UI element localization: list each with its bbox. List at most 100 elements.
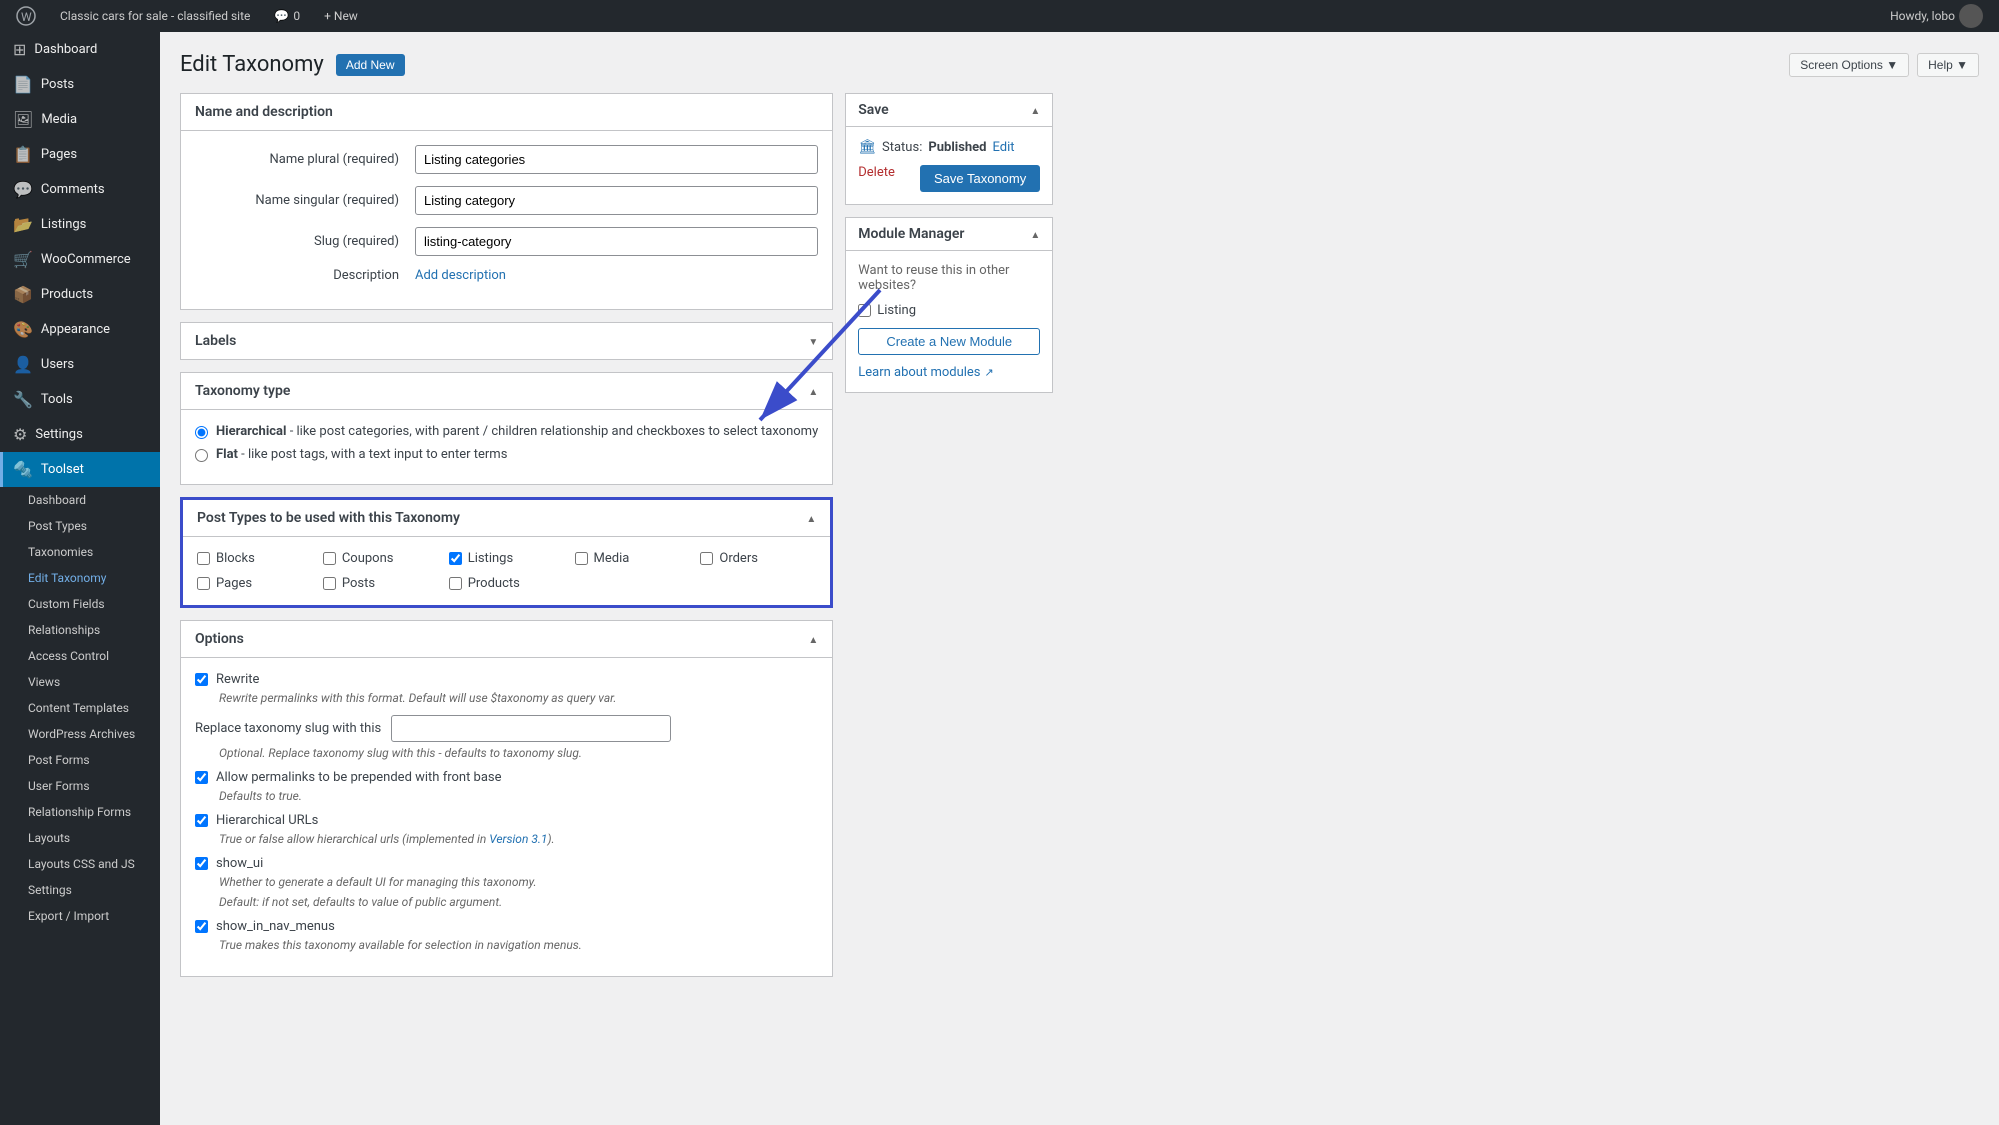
create-module-button[interactable]: Create a New Module: [858, 328, 1040, 355]
name-plural-label: Name plural (required): [195, 152, 415, 167]
submenu-item-relationships[interactable]: Relationships: [0, 617, 160, 643]
submenu-item-wp-settings[interactable]: Settings: [0, 877, 160, 903]
submenu-item-export-import[interactable]: Export / Import: [0, 903, 160, 929]
labels-section-header[interactable]: Labels: [180, 322, 833, 360]
name-plural-input[interactable]: [415, 145, 818, 174]
sidebar-item-comments[interactable]: 💬 Comments: [0, 172, 160, 207]
sidebar-item-woocommerce[interactable]: 🛒 WooCommerce: [0, 242, 160, 277]
slug-input[interactable]: [415, 227, 818, 256]
rewrite-option: Rewrite Rewrite permalinks with this for…: [195, 672, 818, 705]
save-taxonomy-button[interactable]: Save Taxonomy: [920, 165, 1040, 192]
sidebar-item-posts[interactable]: 📄 Posts: [0, 67, 160, 102]
submenu-item-access-control[interactable]: Access Control: [0, 643, 160, 669]
submenu-item-wordpress-archives[interactable]: WordPress Archives: [0, 721, 160, 747]
pages-icon: 📋: [13, 145, 33, 164]
sidebar-item-label: Users: [41, 357, 74, 372]
top-actions: Screen Options ▼ Help ▼: [1789, 53, 1979, 77]
post-type-blocks: Blocks: [197, 551, 313, 566]
site-name[interactable]: Classic cars for sale - classified site: [54, 0, 256, 32]
hierarchical-urls-checkbox[interactable]: [195, 814, 208, 827]
products-icon: 📦: [13, 285, 33, 304]
add-new-button[interactable]: Add New: [336, 54, 405, 76]
pt-pages-label: Pages: [216, 576, 252, 591]
labels-title: Labels: [195, 333, 236, 349]
main-content: Edit Taxonomy Add New Screen Options ▼ H…: [160, 32, 1999, 1125]
submenu-item-layouts-css-js[interactable]: Layouts CSS and JS: [0, 851, 160, 877]
sidebar-item-label: Pages: [41, 147, 77, 162]
sidebar-item-appearance[interactable]: 🎨 Appearance: [0, 312, 160, 347]
wp-logo[interactable]: W: [10, 0, 42, 32]
name-singular-input[interactable]: [415, 186, 818, 215]
options-header: Options: [181, 621, 832, 658]
delete-link[interactable]: Delete: [858, 165, 895, 180]
submenu-item-post-forms[interactable]: Post Forms: [0, 747, 160, 773]
submenu-item-views[interactable]: Views: [0, 669, 160, 695]
submenu-item-content-templates[interactable]: Content Templates: [0, 695, 160, 721]
sidebar-item-products[interactable]: 📦 Products: [0, 277, 160, 312]
pt-orders-label: Orders: [719, 551, 758, 566]
pt-blocks-checkbox[interactable]: [197, 552, 210, 565]
show-in-nav-menus-checkbox[interactable]: [195, 920, 208, 933]
pt-listings-checkbox[interactable]: [449, 552, 462, 565]
replace-slug-desc: Optional. Replace taxonomy slug with thi…: [219, 746, 818, 760]
pt-posts-checkbox[interactable]: [323, 577, 336, 590]
flat-option: Flat - like post tags, with a text input…: [195, 447, 818, 462]
help-button[interactable]: Help ▼: [1917, 53, 1979, 77]
submenu-item-taxonomies[interactable]: Taxonomies: [0, 539, 160, 565]
status-value: Published: [928, 140, 986, 155]
rewrite-desc: Rewrite permalinks with this format. Def…: [219, 691, 818, 705]
post-type-coupons: Coupons: [323, 551, 439, 566]
sidebar-item-toolset[interactable]: 🔩 Toolset: [0, 452, 160, 487]
options-collapse-icon: [808, 631, 818, 647]
pt-coupons-checkbox[interactable]: [323, 552, 336, 565]
status-edit-link[interactable]: Edit: [993, 140, 1015, 155]
sidebar-item-media[interactable]: 🖼 Media: [0, 102, 160, 137]
submenu-item-relationship-forms[interactable]: Relationship Forms: [0, 799, 160, 825]
submenu-item-custom-fields[interactable]: Custom Fields: [0, 591, 160, 617]
show-ui-option: show_ui Whether to generate a default UI…: [195, 856, 818, 909]
replace-slug-input[interactable]: [391, 715, 671, 742]
sidebar-item-listings[interactable]: 📂 Listings: [0, 207, 160, 242]
post-types-body: Blocks Coupons Listings: [183, 537, 830, 605]
new-content[interactable]: + New: [318, 0, 364, 32]
allow-permalinks-checkbox[interactable]: [195, 771, 208, 784]
sidebar-item-settings[interactable]: ⚙ Settings: [0, 417, 160, 452]
rewrite-checkbox[interactable]: [195, 673, 208, 686]
howdy-user[interactable]: Howdy, lobo: [1884, 4, 1989, 28]
show-in-nav-menus-desc: True makes this taxonomy available for s…: [219, 938, 818, 952]
pt-products-label: Products: [468, 576, 520, 591]
submenu-item-dashboard[interactable]: Dashboard: [0, 487, 160, 513]
submenu-item-layouts[interactable]: Layouts: [0, 825, 160, 851]
pt-orders-checkbox[interactable]: [700, 552, 713, 565]
version-link[interactable]: Version 3.1: [489, 832, 547, 846]
publish-icon: 🏛: [858, 139, 876, 155]
sidebar-item-label: Toolset: [41, 462, 84, 477]
show-ui-label: show_ui: [216, 856, 263, 871]
pt-pages-checkbox[interactable]: [197, 577, 210, 590]
module-listing-checkbox[interactable]: [858, 304, 871, 317]
allow-permalinks-label: Allow permalinks to be prepended with fr…: [216, 770, 502, 785]
add-description-link[interactable]: Add description: [415, 268, 506, 283]
sidebar-item-pages[interactable]: 📋 Pages: [0, 137, 160, 172]
pt-media-checkbox[interactable]: [575, 552, 588, 565]
submenu-item-post-types[interactable]: Post Types: [0, 513, 160, 539]
comments-count[interactable]: 💬 0: [268, 0, 306, 32]
show-ui-checkbox[interactable]: [195, 857, 208, 870]
pt-products-checkbox[interactable]: [449, 577, 462, 590]
submenu-item-user-forms[interactable]: User Forms: [0, 773, 160, 799]
submenu-item-edit-taxonomy[interactable]: Edit Taxonomy: [0, 565, 160, 591]
replace-slug-label: Replace taxonomy slug with this: [195, 721, 381, 736]
sidebar-item-users[interactable]: 👤 Users: [0, 347, 160, 382]
screen-options-button[interactable]: Screen Options ▼: [1789, 53, 1909, 77]
learn-modules-link[interactable]: Learn about modules ↗: [858, 365, 1040, 380]
flat-radio[interactable]: [195, 449, 208, 462]
hierarchical-label: Hierarchical - like post categories, wit…: [216, 424, 818, 439]
post-type-pages: Pages: [197, 576, 313, 591]
svg-text:W: W: [21, 10, 32, 24]
labels-collapse-icon: [808, 334, 818, 349]
post-types-grid: Blocks Coupons Listings: [197, 551, 816, 591]
media-icon: 🖼: [13, 110, 33, 129]
sidebar-item-dashboard[interactable]: ⊞ Dashboard: [0, 32, 160, 67]
hierarchical-radio[interactable]: [195, 426, 208, 439]
sidebar-item-tools[interactable]: 🔧 Tools: [0, 382, 160, 417]
